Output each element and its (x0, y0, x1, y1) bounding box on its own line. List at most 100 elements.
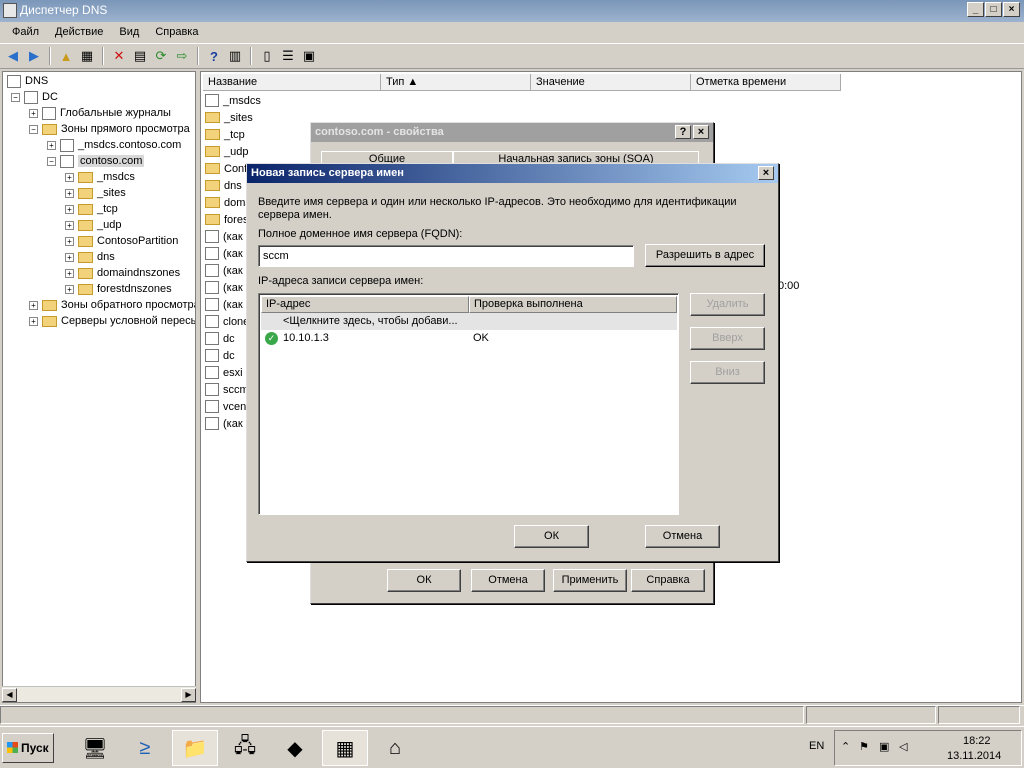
props-cancel-button[interactable]: Отмена (471, 569, 545, 592)
tree-item-selected[interactable]: − contoso.com (47, 153, 145, 169)
delete-button[interactable]: Удалить (690, 293, 765, 316)
ip-row[interactable]: ✓ 10.10.1.3 OK (261, 330, 677, 347)
tree-item[interactable]: + dns (65, 249, 115, 265)
props-apply-button[interactable]: Применить (553, 569, 627, 592)
clock-time[interactable]: 18:22 (963, 735, 991, 747)
powershell-icon[interactable]: ≥ (122, 730, 168, 766)
close-icon[interactable]: × (693, 125, 709, 139)
col-name[interactable]: Название (203, 74, 381, 91)
fqdn-input[interactable]: sccm (258, 245, 634, 267)
list-item[interactable]: (как (205, 415, 243, 432)
explorer-icon[interactable]: 📁 (172, 730, 218, 766)
tree-server[interactable]: − DC (11, 89, 58, 105)
scroll-left-icon[interactable]: ◀ (2, 688, 17, 702)
list-item[interactable]: dc (205, 347, 235, 364)
properties-icon[interactable]: ▤ (131, 47, 149, 65)
close-icon[interactable]: × (758, 166, 774, 180)
list-item[interactable]: sccm (205, 381, 249, 398)
list-item[interactable]: _tcp (205, 126, 245, 143)
tree-item[interactable]: + forestdnszones (65, 281, 172, 297)
tree-item[interactable]: + ContosoPartition (65, 233, 178, 249)
list-item[interactable]: esxi (205, 364, 243, 381)
list-item[interactable]: _udp (205, 143, 248, 160)
up-folder-icon[interactable]: ▲ (57, 47, 75, 65)
props-help-button[interactable]: Справка (631, 569, 705, 592)
menu-action[interactable]: Действие (47, 22, 111, 42)
list-item[interactable]: vcen (205, 398, 246, 415)
tree-item[interactable]: + _sites (65, 185, 126, 201)
tree-item[interactable]: +Серверы условной пересылки (29, 313, 195, 329)
menu-file[interactable]: Файл (4, 22, 47, 42)
tree-root[interactable]: DNS (7, 73, 48, 89)
volume-icon[interactable]: ◁ (899, 740, 907, 753)
main-title-bar[interactable]: Диспетчер DNS _ □ × (0, 0, 1024, 22)
zone-icon (60, 138, 74, 152)
refresh-icon[interactable]: ⟳ (152, 47, 170, 65)
server-icon[interactable]: ▯ (258, 47, 276, 65)
action-pane-icon[interactable]: ▥ (226, 47, 244, 65)
col-type[interactable]: Тип ▲ (381, 74, 531, 91)
list-icon[interactable]: ☰ (279, 47, 297, 65)
minimize-button[interactable]: _ (967, 2, 984, 17)
list-item[interactable]: (как (205, 279, 243, 296)
list-item[interactable]: clone (205, 313, 249, 330)
maximize-button[interactable]: □ (985, 2, 1002, 17)
network-icon[interactable]: 🖧 (222, 730, 268, 766)
list-item[interactable]: (как (205, 296, 243, 313)
back-icon[interactable]: ◀ (4, 47, 22, 65)
show-hidden-icon[interactable]: ⌃ (841, 740, 850, 753)
show-tree-icon[interactable]: ▦ (78, 47, 96, 65)
list-item[interactable]: Conf (205, 160, 247, 177)
tree-item[interactable]: + _udp (65, 217, 121, 233)
props-ok-button[interactable]: ОК (387, 569, 461, 592)
language-indicator[interactable]: EN (809, 740, 824, 752)
ip-grid[interactable]: IP-адрес Проверка выполнена <Щелкните зд… (258, 293, 679, 515)
list-item[interactable]: fores (205, 211, 248, 228)
add-ip-row[interactable]: <Щелкните здесь, чтобы добави... (261, 313, 677, 330)
list-item[interactable]: dc (205, 330, 235, 347)
windows-update-icon[interactable]: ◆ (272, 730, 318, 766)
menu-help[interactable]: Справка (147, 22, 206, 42)
list-item[interactable]: _sites (205, 109, 253, 126)
flag-icon[interactable]: ⚑ (859, 740, 869, 753)
tree-item[interactable]: + _msdcs.contoso.com (47, 137, 181, 153)
tree-item[interactable]: + _msdcs (65, 169, 135, 185)
delete-icon[interactable]: ✕ (110, 47, 128, 65)
dns-manager-taskbar-icon[interactable]: ▦ (322, 730, 368, 766)
records-icon[interactable]: ▣ (300, 47, 318, 65)
list-item[interactable]: (как (205, 228, 243, 245)
help-icon[interactable]: ? (675, 125, 691, 139)
list-item[interactable]: (как (205, 245, 243, 262)
col-check[interactable]: Проверка выполнена (469, 296, 677, 313)
scroll-right-icon[interactable]: ▶ (181, 688, 196, 702)
clock-date[interactable]: 13.11.2014 (947, 750, 1001, 762)
close-button[interactable]: × (1003, 2, 1020, 17)
list-item[interactable]: doma (205, 194, 252, 211)
tree-item[interactable]: + _tcp (65, 201, 118, 217)
up-button[interactable]: Вверх (690, 327, 765, 350)
check-ok-icon: ✓ (265, 332, 278, 345)
tree-item[interactable]: − Зоны прямого просмотра (29, 121, 190, 137)
tree-item[interactable]: + domaindnszones (65, 265, 180, 281)
col-value[interactable]: Значение (531, 74, 691, 91)
export-icon[interactable]: ⇨ (173, 47, 191, 65)
forward-icon[interactable]: ▶ (25, 47, 43, 65)
server-manager-icon[interactable]: 🖥 (72, 730, 118, 766)
col-ip[interactable]: IP-адрес (261, 296, 469, 313)
list-item[interactable]: (как (205, 262, 243, 279)
network-tray-icon[interactable]: ▣ (879, 740, 889, 753)
down-button[interactable]: Вниз (690, 361, 765, 384)
col-timestamp[interactable]: Отметка времени (691, 74, 841, 91)
ok-button[interactable]: ОК (514, 525, 589, 548)
menu-view[interactable]: Вид (111, 22, 147, 42)
list-item[interactable]: _msdcs (205, 92, 261, 109)
tree-item[interactable]: + Зоны обратного просмотра (29, 297, 195, 313)
list-item[interactable]: dns (205, 177, 242, 194)
help-icon[interactable]: ? (205, 47, 223, 65)
tree-hscrollbar[interactable]: ◀ ▶ (2, 686, 196, 702)
tree-item[interactable]: + Глобальные журналы (29, 105, 171, 121)
cancel-button[interactable]: Отмена (645, 525, 720, 548)
network-topology-icon[interactable]: ⌂ (372, 730, 418, 766)
start-button[interactable]: Пуск (2, 733, 54, 763)
resolve-button[interactable]: Разрешить в адрес (645, 244, 765, 267)
